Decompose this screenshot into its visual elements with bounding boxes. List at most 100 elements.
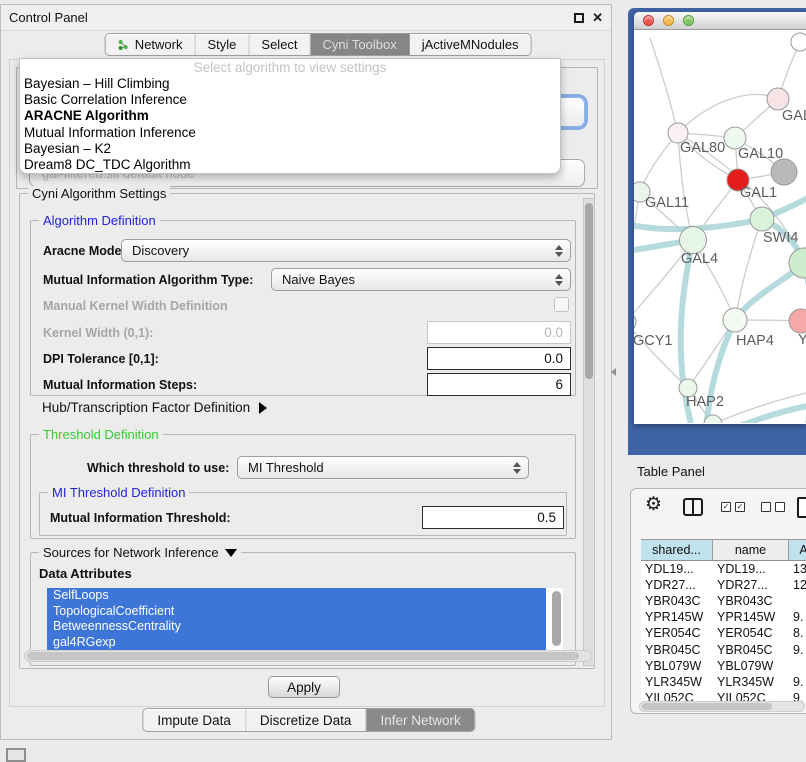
table-cell: 12 — [793, 577, 806, 593]
close-traffic-icon[interactable] — [643, 15, 654, 26]
network-node-GAL1[interactable] — [750, 207, 774, 231]
network-tab-icon — [118, 39, 130, 51]
algorithm-option[interactable]: Bayesian – K2 — [20, 141, 560, 157]
table-cell: 13 — [793, 561, 806, 577]
settings-hscrollbar[interactable] — [24, 650, 592, 662]
tab-label: Cyni Toolbox — [323, 37, 397, 52]
column-header-shared-name[interactable]: shared... — [641, 540, 713, 560]
unchecked-column-icon[interactable] — [775, 502, 785, 512]
threshold-definition-group: Threshold Definition Which threshold to … — [30, 434, 576, 539]
tab-impute-data[interactable]: Impute Data — [143, 709, 246, 731]
table-row[interactable]: YBL079WYBL079W — [641, 658, 806, 674]
settings-scrollbar[interactable] — [583, 198, 595, 666]
column-header-partial[interactable]: A — [789, 540, 806, 560]
table-row[interactable]: YDR27...YDR27...12 — [641, 577, 806, 593]
network-edge-highlighted[interactable] — [730, 404, 806, 423]
network-node-GCY1[interactable] — [634, 312, 636, 332]
attribute-list-item[interactable]: gal4RGexp — [47, 635, 546, 650]
network-node-gray-node[interactable] — [771, 159, 797, 185]
apply-button[interactable]: Apply — [268, 676, 340, 698]
aracne-mode-combo[interactable]: Discovery — [121, 239, 571, 262]
hub-definition-label: Hub/Transcription Factor Definition — [42, 400, 250, 415]
algorithm-definition-title: Algorithm Definition — [39, 213, 160, 228]
table-panel-title: Table Panel — [637, 464, 705, 479]
network-canvas[interactable]: GALGAL80GAL10GAL1GAL11SWI4GAL4GCY1HAP4YH… — [634, 30, 806, 423]
kernel-width-input[interactable]: 0.0 — [427, 321, 571, 344]
network-edge[interactable] — [640, 133, 678, 192]
network-edge[interactable] — [678, 94, 778, 133]
tab-cyni-toolbox[interactable]: Cyni Toolbox — [311, 34, 410, 55]
network-node-label: GAL — [782, 108, 806, 124]
tab-style[interactable]: Style — [195, 34, 249, 55]
table-cell: YBL079W — [717, 658, 773, 674]
table-hscrollbar[interactable] — [639, 701, 805, 712]
settings-scrollbar-thumb[interactable] — [585, 203, 593, 379]
close-icon[interactable]: ✕ — [592, 13, 603, 23]
tab-discretize-data[interactable]: Discretize Data — [246, 709, 367, 731]
table-cell: YPR145W — [717, 609, 775, 625]
algorithm-option[interactable]: Basic Correlation Inference — [20, 92, 560, 108]
tab-infer-network[interactable]: Infer Network — [366, 709, 474, 731]
manual-kernel-label: Manual Kernel Width Definition — [43, 299, 228, 313]
table-row[interactable]: YLR345WYLR345W9. — [641, 674, 806, 690]
mi-steps-input[interactable]: 6 — [427, 373, 571, 396]
network-edge[interactable] — [634, 192, 640, 322]
attribute-list-item[interactable]: BetweennessCentrality — [47, 619, 546, 635]
attribute-list-item[interactable]: SelfLoops — [47, 588, 546, 604]
dpi-tolerance-input[interactable]: 0.0 — [427, 347, 571, 370]
settings-hscrollbar-thumb[interactable] — [27, 652, 579, 660]
table-row[interactable]: YBR045CYBR045C9. — [641, 642, 806, 658]
panel-divider-handle[interactable] — [611, 368, 616, 376]
sources-title-text: Sources for Network Inference — [43, 545, 219, 560]
minimize-traffic-icon[interactable] — [663, 15, 674, 26]
which-threshold-combo[interactable]: MI Threshold — [237, 456, 529, 479]
network-node-GAL4[interactable] — [680, 227, 707, 254]
attribute-list-item[interactable]: TopologicalCoefficient — [47, 604, 546, 620]
algorithm-option[interactable]: Mutual Information Inference — [20, 125, 560, 141]
algorithm-option[interactable]: Dream8 DC_TDC Algorithm — [20, 157, 560, 173]
mi-threshold-input[interactable]: 0.5 — [422, 506, 564, 529]
table-hscrollbar-thumb[interactable] — [642, 703, 772, 710]
network-node-unnamed[interactable] — [791, 33, 806, 51]
mi-type-combo[interactable]: Naive Bayes — [271, 268, 571, 291]
algorithm-definition-group: Algorithm Definition Aracne Mode: Discov… — [30, 220, 576, 396]
table-cell: YER054C — [645, 625, 701, 641]
table-row[interactable]: YIL052CYIL052C9. — [641, 690, 806, 701]
gear-icon[interactable]: ⚙ — [645, 493, 662, 516]
algorithm-option[interactable]: ARACNE Algorithm — [20, 108, 560, 124]
tab-select[interactable]: Select — [249, 34, 310, 55]
network-view-window[interactable]: GALGAL80GAL10GAL1GAL11SWI4GAL4GCY1HAP4YH… — [634, 12, 806, 424]
table-row[interactable]: YPR145WYPR145W9. — [641, 609, 806, 625]
which-threshold-label: Which threshold to use: — [87, 461, 229, 475]
network-node-HAP4[interactable] — [723, 308, 747, 332]
hub-definition-toggle[interactable]: Hub/Transcription Factor Definition — [42, 400, 267, 415]
zoom-traffic-icon[interactable] — [683, 15, 694, 26]
table-row[interactable]: YER054CYER054C8. — [641, 625, 806, 641]
table-row[interactable]: YBR043CYBR043C — [641, 593, 806, 609]
table-row[interactable]: YDL19...YDL19...13 — [641, 561, 806, 577]
sources-group-title[interactable]: Sources for Network Inference — [39, 545, 241, 560]
checked-column-icon[interactable]: ✓ — [735, 502, 745, 512]
table-header: shared... name A — [641, 539, 806, 561]
network-edge[interactable] — [650, 38, 678, 133]
algorithm-option[interactable]: Bayesian – Hill Climbing — [20, 76, 560, 92]
table-cell: YER054C — [717, 625, 773, 641]
manual-kernel-checkbox[interactable] — [554, 297, 569, 312]
split-view-icon[interactable] — [683, 498, 703, 516]
kernel-width-value: 0.0 — [544, 325, 563, 340]
document-icon[interactable] — [797, 497, 806, 518]
dpi-tolerance-value: 0.0 — [544, 351, 563, 366]
table-body[interactable]: YDL19...YDL19...13YDR27...YDR27...12YBR0… — [641, 561, 806, 701]
checked-column-icon[interactable]: ✓ — [721, 502, 731, 512]
unchecked-column-icon[interactable] — [761, 502, 771, 512]
data-attributes-list[interactable]: SelfLoopsTopologicalCoefficientBetweenne… — [47, 588, 563, 650]
network-node-salmon-node[interactable] — [789, 309, 806, 333]
tab-jactivemnodules[interactable]: jActiveMNodules — [410, 34, 531, 55]
network-node-GAL-partial[interactable] — [767, 88, 789, 110]
attributes-scrollbar-thumb[interactable] — [552, 591, 561, 646]
tab-network[interactable]: Network — [106, 34, 196, 55]
table-cell: YIL052C — [717, 690, 766, 701]
minimized-panel-icon[interactable] — [6, 748, 26, 762]
float-icon[interactable] — [574, 13, 584, 23]
column-header-name[interactable]: name — [713, 540, 789, 560]
